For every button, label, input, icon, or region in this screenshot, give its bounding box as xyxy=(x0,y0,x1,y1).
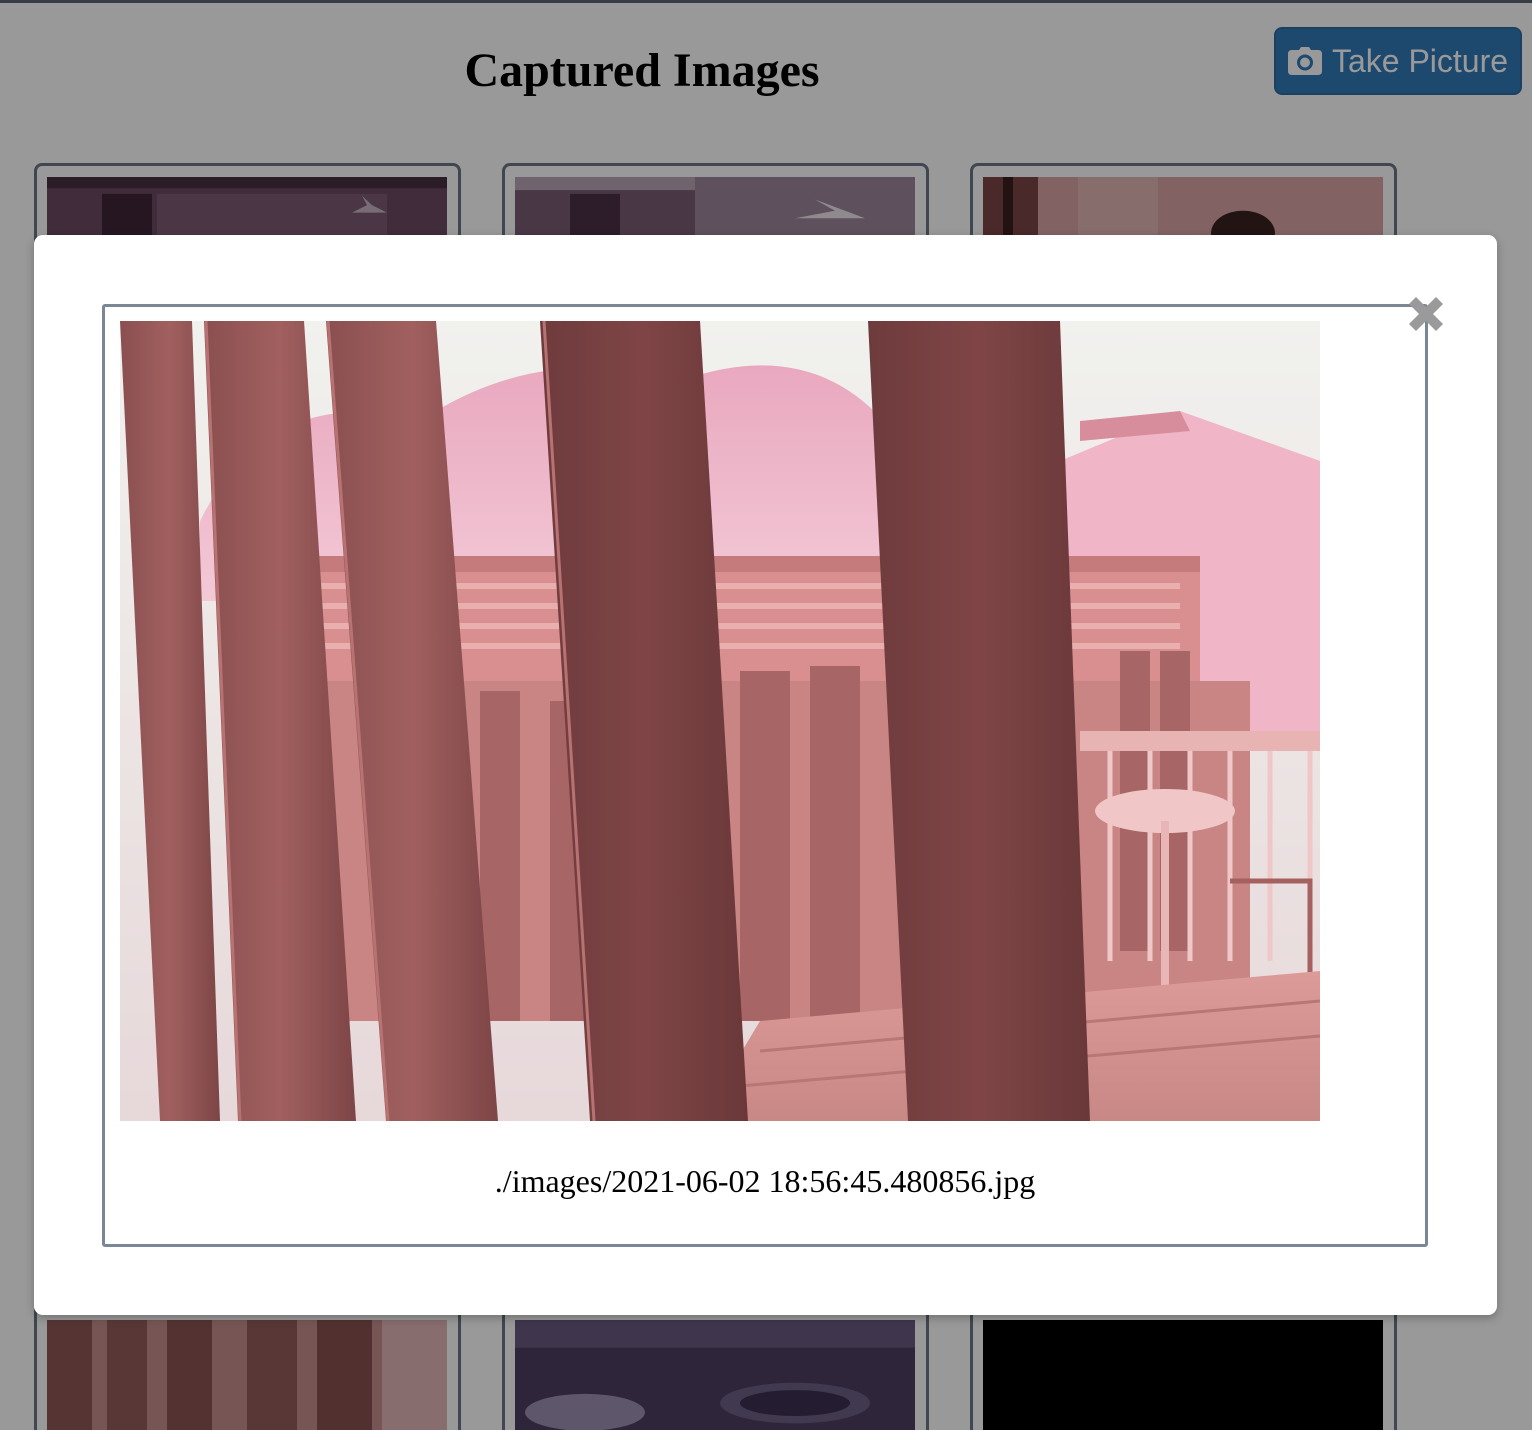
image-viewer-modal: ./images/2021-06-02 18:56:45.480856.jpg xyxy=(34,235,1497,1315)
image-caption: ./images/2021-06-02 18:56:45.480856.jpg xyxy=(494,1163,1036,1199)
close-icon[interactable] xyxy=(1403,291,1449,337)
image-card: ./images/2021-06-02 18:56:45.480856.jpg xyxy=(102,304,1428,1247)
enlarged-image xyxy=(120,321,1320,1121)
